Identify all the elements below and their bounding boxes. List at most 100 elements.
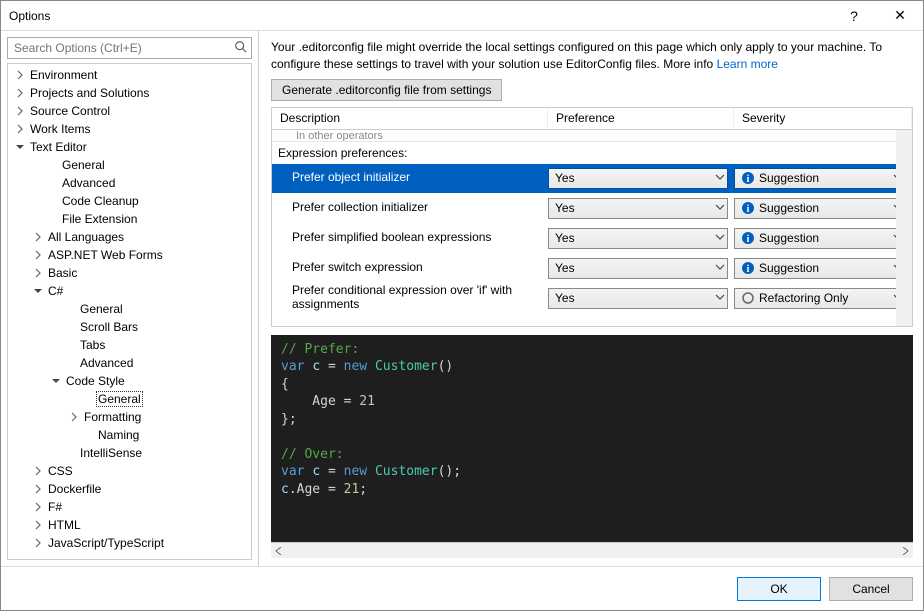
ok-button[interactable]: OK <box>737 577 821 601</box>
svg-text:i: i <box>747 264 750 275</box>
grid-row[interactable]: Prefer conditional expression over 'if' … <box>272 284 912 314</box>
svg-text:i: i <box>747 234 750 245</box>
search-input[interactable] <box>7 37 252 59</box>
tree-item-label: ASP.NET Web Forms <box>46 248 165 262</box>
twisty-open-icon[interactable] <box>50 375 62 387</box>
preference-dropdown[interactable]: Yes <box>548 228 728 249</box>
tree-item[interactable]: ASP.NET Web Forms <box>8 246 251 264</box>
scroll-left-icon[interactable] <box>271 543 287 559</box>
tree-item[interactable]: CSS <box>8 462 251 480</box>
titlebar: Options ? ✕ <box>1 1 923 31</box>
tree-item[interactable]: Basic <box>8 264 251 282</box>
info-icon: i <box>741 261 755 275</box>
tree-item[interactable]: All Languages <box>8 228 251 246</box>
cancel-button[interactable]: Cancel <box>829 577 913 601</box>
tree-item[interactable]: Projects and Solutions <box>8 84 251 102</box>
twisty-closed-icon[interactable] <box>32 483 44 495</box>
twisty-closed-icon[interactable] <box>32 465 44 477</box>
header-severity[interactable]: Severity <box>734 108 912 129</box>
preference-dropdown[interactable]: Yes <box>548 288 728 309</box>
twisty-closed-icon[interactable] <box>14 123 26 135</box>
tree-item[interactable]: F# <box>8 498 251 516</box>
settings-grid: Description Preference Severity In other… <box>271 107 913 327</box>
tree-item-label: General <box>60 158 107 172</box>
tree-item[interactable]: Naming <box>8 426 251 444</box>
tree-item[interactable]: General <box>8 390 251 408</box>
twisty-closed-icon[interactable] <box>32 501 44 513</box>
severity-dropdown[interactable]: iSuggestion <box>734 258 906 279</box>
twisty-closed-icon[interactable] <box>14 69 26 81</box>
twisty-open-icon[interactable] <box>14 141 26 153</box>
code-line: { <box>281 376 903 394</box>
chevron-down-icon <box>715 171 725 185</box>
grid-row[interactable]: Prefer collection initializerYesiSuggest… <box>272 194 912 224</box>
code-line: var c = new Customer() <box>281 358 903 376</box>
preference-dropdown[interactable]: Yes <box>548 168 728 189</box>
tree-item[interactable]: Advanced <box>8 354 251 372</box>
info-icon: i <box>741 171 755 185</box>
twisty-closed-icon[interactable] <box>32 231 44 243</box>
window-title: Options <box>9 9 831 23</box>
tree-item[interactable]: Scroll Bars <box>8 318 251 336</box>
tree-item[interactable]: C# <box>8 282 251 300</box>
grid-header: Description Preference Severity <box>272 108 912 130</box>
row-description: Prefer switch expression <box>272 261 548 275</box>
generate-editorconfig-button[interactable]: Generate .editorconfig file from setting… <box>271 79 502 101</box>
options-tree[interactable]: Environment Projects and SolutionsSource … <box>7 63 252 560</box>
tree-item[interactable]: Advanced <box>8 174 251 192</box>
twisty-closed-icon[interactable] <box>32 249 44 261</box>
severity-value: Suggestion <box>759 201 819 215</box>
tree-item[interactable]: IntelliSense <box>8 444 251 462</box>
preference-dropdown[interactable]: Yes <box>548 198 728 219</box>
header-preference[interactable]: Preference <box>548 108 734 129</box>
twisty-closed-icon[interactable] <box>14 105 26 117</box>
twisty-closed-icon[interactable] <box>32 537 44 549</box>
tree-item[interactable]: Tabs <box>8 336 251 354</box>
code-line: var c = new Customer(); <box>281 463 903 481</box>
header-description[interactable]: Description <box>272 108 548 129</box>
help-button[interactable]: ? <box>831 1 877 31</box>
twisty-open-icon[interactable] <box>32 285 44 297</box>
grid-row[interactable]: Prefer switch expressionYes iSuggestion <box>272 254 912 284</box>
info-icon: i <box>741 231 755 245</box>
severity-dropdown[interactable]: Refactoring Only <box>734 288 906 309</box>
tree-item[interactable]: Dockerfile <box>8 480 251 498</box>
close-button[interactable]: ✕ <box>877 1 923 31</box>
tree-item-label: Basic <box>46 266 79 280</box>
tree-item[interactable]: General <box>8 156 251 174</box>
twisty-closed-icon[interactable] <box>32 519 44 531</box>
tree-item[interactable]: Formatting <box>8 408 251 426</box>
tree-item[interactable]: Text Editor <box>8 138 251 156</box>
tree-item[interactable]: Source Control <box>8 102 251 120</box>
grid-row[interactable]: Prefer simplified boolean expressionsYes… <box>272 224 912 254</box>
tree-item[interactable]: Environment <box>8 66 251 84</box>
horizontal-scrollbar[interactable] <box>271 542 913 558</box>
severity-dropdown[interactable]: iSuggestion <box>734 198 906 219</box>
chevron-down-icon <box>715 201 725 215</box>
code-line <box>281 428 903 446</box>
tree-item[interactable]: JavaScript/TypeScript <box>8 534 251 552</box>
preference-dropdown[interactable]: Yes <box>548 258 728 279</box>
tree-item[interactable]: Code Cleanup <box>8 192 251 210</box>
severity-dropdown[interactable]: iSuggestion <box>734 168 906 189</box>
chevron-down-icon <box>715 261 725 275</box>
tree-item[interactable]: General <box>8 300 251 318</box>
scroll-right-icon[interactable] <box>897 543 913 559</box>
tree-item[interactable]: File Extension <box>8 210 251 228</box>
tree-item-label: Environment <box>28 68 99 82</box>
tree-item[interactable]: HTML <box>8 516 251 534</box>
learn-more-link[interactable]: Learn more <box>717 57 778 71</box>
tree-item[interactable]: Code Style <box>8 372 251 390</box>
options-dialog: Options ? ✕ Environment Projects and Solu… <box>0 0 924 611</box>
tree-item-label: Naming <box>96 428 141 442</box>
tree-item-label: Dockerfile <box>46 482 103 496</box>
grid-vertical-scrollbar[interactable] <box>896 130 912 326</box>
preference-value: Yes <box>555 171 575 185</box>
grid-row[interactable]: Prefer object initializerYesiSuggestion <box>272 164 912 194</box>
tree-item[interactable]: Work Items <box>8 120 251 138</box>
twisty-closed-icon[interactable] <box>14 87 26 99</box>
tree-item-label: Code Style <box>64 374 127 388</box>
severity-dropdown[interactable]: iSuggestion <box>734 228 906 249</box>
twisty-closed-icon[interactable] <box>68 411 80 423</box>
twisty-closed-icon[interactable] <box>32 267 44 279</box>
